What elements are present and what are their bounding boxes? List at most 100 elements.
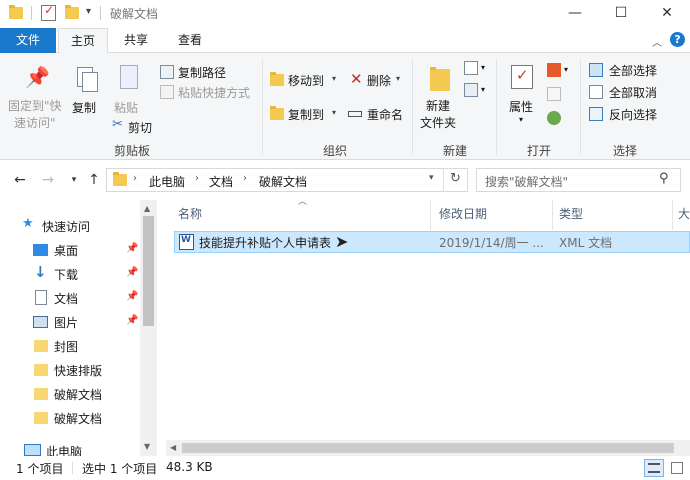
paste-shortcut-button[interactable]: 粘贴快捷方式 <box>160 83 260 101</box>
up-arrow-icon[interactable]: ↑ <box>84 170 104 190</box>
title-bar: ✓ ▾ 破解文档 — ☐ ✕ <box>0 0 690 28</box>
copy-path-button[interactable]: 复制路径 <box>160 63 260 81</box>
address-row: ← → ▾ ↑ › 此电脑 › 文档 › 破解文档 ▾ ↻ 搜索"破解文档" ⚲ <box>0 166 690 194</box>
cut-label: 剪切 <box>128 121 153 135</box>
folder-icon <box>34 412 48 424</box>
minimize-button[interactable]: — <box>552 0 598 28</box>
chevron-right-icon[interactable]: › <box>243 173 247 184</box>
sidebar-item[interactable]: 文档 📌 <box>0 286 140 310</box>
breadcrumb-current[interactable]: 破解文档 <box>259 173 307 190</box>
pin-icon[interactable]: 📌 <box>126 291 138 302</box>
open-office-icon[interactable] <box>547 63 561 77</box>
scroll-down-icon[interactable]: ▼ <box>144 442 150 451</box>
back-arrow-icon[interactable]: ← <box>10 170 30 190</box>
new-folder-button[interactable]: 新建 文件夹 <box>418 55 460 133</box>
nav-scrollbar[interactable]: ▲ ▼ <box>140 200 157 456</box>
maximize-button[interactable]: ☐ <box>598 0 644 28</box>
folder-icon <box>113 172 127 186</box>
history-icon[interactable] <box>547 111 561 125</box>
refresh-icon[interactable]: ↻ <box>450 171 461 186</box>
paste-button[interactable]: 粘贴 <box>110 55 148 119</box>
select-none-icon <box>589 85 603 99</box>
sidebar-item[interactable]: ↓ 下载 📌 <box>0 262 140 286</box>
column-header-type[interactable]: 类型 <box>559 205 583 222</box>
new-folder-quick-icon[interactable] <box>65 5 79 19</box>
large-icons-view-icon <box>671 462 683 474</box>
item-count: 1 个项目 <box>16 462 64 476</box>
scroll-up-icon[interactable]: ▲ <box>144 204 150 213</box>
window-title: 破解文档 <box>110 7 159 21</box>
copy-button[interactable]: 复制 <box>68 55 106 119</box>
copy-path-icon <box>160 65 174 79</box>
breadcrumb-this-pc[interactable]: 此电脑 <box>149 173 185 190</box>
copy-to-button[interactable]: 复制到 ▾ <box>270 105 342 123</box>
file-date: 2019/1/14/周一 ... <box>439 236 544 250</box>
new-item-button[interactable]: ▾ <box>464 61 490 77</box>
invert-selection-label: 反向选择 <box>609 108 658 122</box>
move-to-button[interactable]: 移动到 ▾ <box>270 71 342 89</box>
sidebar-item-label: 文档 <box>54 292 79 306</box>
search-input[interactable]: 搜索"破解文档" ⚲ <box>476 168 681 192</box>
forward-arrow-icon[interactable]: → <box>38 170 58 190</box>
tab-view[interactable]: 查看 <box>166 28 214 53</box>
breadcrumb-documents[interactable]: 文档 <box>209 173 233 190</box>
customize-quick-access-icon[interactable]: ▾ <box>86 6 91 17</box>
move-to-label: 移动到 <box>288 74 325 88</box>
invert-selection-button[interactable]: 反向选择 <box>589 105 685 123</box>
properties-button[interactable]: ✓ 属性 ▾ <box>502 55 542 135</box>
column-header-date[interactable]: 修改日期 <box>439 205 487 222</box>
sidebar-item[interactable]: 封图 <box>0 334 140 358</box>
tab-file[interactable]: 文件 <box>0 28 56 53</box>
address-dropdown-icon[interactable]: ▾ <box>429 173 434 183</box>
sidebar-item[interactable]: 桌面 📌 <box>0 238 140 262</box>
horizontal-scroll-thumb[interactable] <box>182 443 674 453</box>
scroll-left-icon[interactable]: ◀ <box>170 443 176 452</box>
pin-quick-access-button[interactable]: 📌 固定到"快 速访问" <box>4 55 64 141</box>
pin-icon[interactable]: 📌 <box>126 315 138 326</box>
search-icon[interactable]: ⚲ <box>659 171 669 186</box>
nav-scroll-thumb[interactable] <box>143 216 154 326</box>
sidebar-item[interactable]: 图片 📌 <box>0 310 140 334</box>
sidebar-item[interactable]: 破解文档 <box>0 406 140 430</box>
column-header-name[interactable]: 名称 <box>178 205 202 222</box>
easy-access-button[interactable]: ▾ <box>464 83 490 99</box>
sidebar-item[interactable]: 快速排版 <box>0 358 140 382</box>
column-header-size[interactable]: 大 <box>678 205 690 222</box>
divider <box>31 6 32 20</box>
word-xml-icon: W <box>179 234 194 250</box>
pin-icon: 📌 <box>25 65 50 89</box>
properties-quick-icon[interactable]: ✓ <box>41 3 56 21</box>
chevron-right-icon[interactable]: › <box>195 173 199 184</box>
details-view-button[interactable] <box>644 459 664 477</box>
nav-quick-access[interactable]: ★ 快速访问 <box>0 214 140 238</box>
group-label-select: 选择 <box>612 144 637 158</box>
group-separator <box>262 59 263 155</box>
pin-icon[interactable]: 📌 <box>126 243 138 254</box>
collapse-ribbon-icon[interactable]: ︿ <box>652 34 662 49</box>
edit-icon[interactable] <box>547 87 561 101</box>
recent-locations-icon[interactable]: ▾ <box>64 170 84 190</box>
pin-icon[interactable]: 📌 <box>126 267 138 278</box>
table-row[interactable]: W 技能提升补贴个人申请表 2019/1/14/周一 ... XML 文档 <box>174 231 690 253</box>
sidebar-item[interactable]: 破解文档 <box>0 382 140 406</box>
group-separator <box>580 59 581 155</box>
rename-button[interactable]: 重命名 <box>348 105 410 123</box>
computer-icon <box>24 444 41 456</box>
copy-to-label: 复制到 <box>288 108 325 122</box>
cut-button[interactable]: ✂ 剪切 <box>110 117 170 137</box>
tab-share[interactable]: 共享 <box>112 28 160 53</box>
nav-quick-access-label: 快速访问 <box>42 220 91 234</box>
pictures-icon <box>33 316 48 328</box>
address-bar[interactable]: › 此电脑 › 文档 › 破解文档 ▾ ↻ <box>106 168 468 192</box>
select-none-button[interactable]: 全部取消 <box>589 83 685 101</box>
content-horizontal-scrollbar[interactable]: ◀ <box>166 440 690 456</box>
select-all-button[interactable]: 全部选择 <box>589 61 685 79</box>
close-button[interactable]: ✕ <box>644 0 690 28</box>
chevron-right-icon[interactable]: › <box>133 173 137 184</box>
help-icon[interactable]: ? <box>670 32 685 47</box>
file-name: 技能提升补贴个人申请表 <box>199 236 332 250</box>
tab-home[interactable]: 主页 <box>58 28 108 54</box>
navigation-pane: ★ 快速访问 桌面 📌 ↓ 下载 📌 文档 📌 图片 📌 封图 快速排版 破解文档 破解文档 此电脑 ▲… <box>0 200 157 459</box>
large-icons-view-button[interactable] <box>668 459 686 477</box>
delete-button[interactable]: ✕ 删除 ▾ <box>348 70 406 89</box>
